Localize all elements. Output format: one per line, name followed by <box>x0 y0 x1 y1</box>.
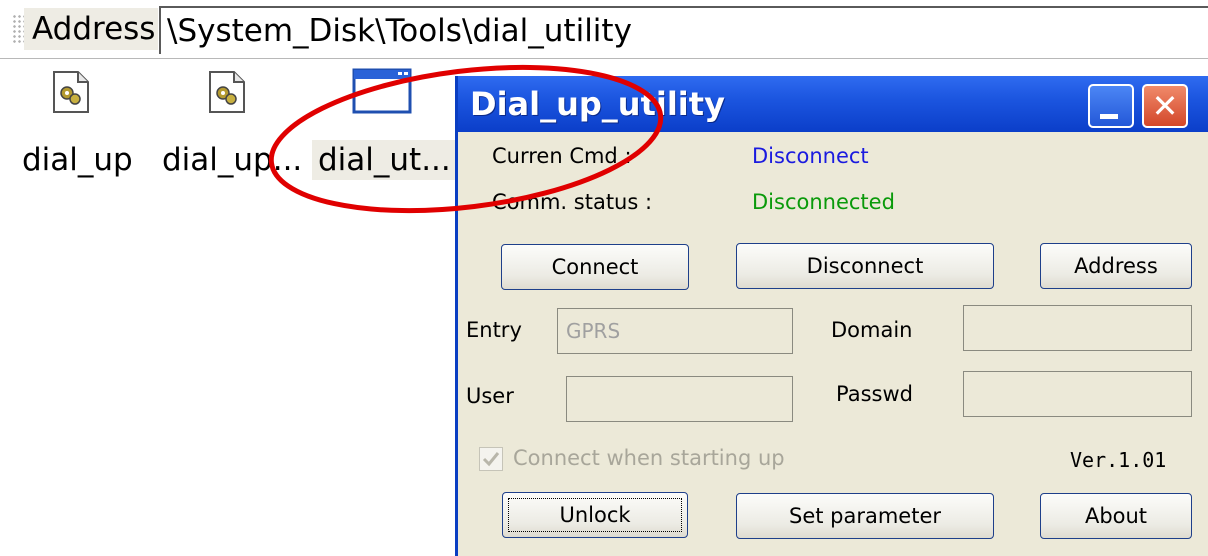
address-bar: Address \System_Disk\Tools\dial_utility <box>0 0 1208 59</box>
current-cmd-label: Curren Cmd : <box>492 144 632 168</box>
comm-status-label: Comm. status : <box>492 190 653 214</box>
entry-label: Entry <box>466 318 522 342</box>
dial-up-utility-dialog: Dial_up_utility ✕ Curren Cmd : Disconnec… <box>455 76 1208 556</box>
config-file-icon <box>209 71 245 113</box>
file-label: dial_ut... <box>312 140 457 180</box>
config-file-icon <box>53 71 89 113</box>
connect-button[interactable]: Connect <box>501 244 689 290</box>
application-window-icon <box>352 68 412 114</box>
close-button[interactable]: ✕ <box>1142 84 1188 128</box>
close-icon: ✕ <box>1151 87 1179 125</box>
address-button[interactable]: Address <box>1040 243 1192 289</box>
user-field[interactable] <box>566 376 793 422</box>
comm-status-value: Disconnected <box>752 190 895 214</box>
version-label: Ver.1.01 <box>1070 448 1167 472</box>
toolbar-grip-icon[interactable] <box>12 14 24 44</box>
current-cmd-value: Disconnect <box>752 144 869 168</box>
title-bar[interactable]: Dial_up_utility ✕ <box>458 76 1208 132</box>
minimize-button[interactable] <box>1088 84 1134 128</box>
domain-label: Domain <box>831 318 913 342</box>
connect-on-startup-label: Connect when starting up <box>513 446 785 470</box>
file-label: dial_up... <box>162 142 303 178</box>
address-input[interactable]: \System_Disk\Tools\dial_utility <box>159 6 1208 54</box>
unlock-button[interactable]: Unlock <box>502 492 688 538</box>
passwd-field[interactable] <box>963 371 1192 417</box>
entry-field[interactable]: GPRS <box>557 308 793 354</box>
passwd-label: Passwd <box>836 382 913 406</box>
minimize-icon <box>1100 114 1118 119</box>
about-button[interactable]: About <box>1040 493 1192 539</box>
focus-rectangle <box>508 498 682 532</box>
connect-on-startup-checkbox[interactable] <box>479 447 503 471</box>
domain-field[interactable] <box>963 305 1192 351</box>
set-parameter-button[interactable]: Set parameter <box>736 493 994 539</box>
window-title: Dial_up_utility <box>470 85 725 123</box>
checkmark-icon <box>482 452 500 467</box>
file-label: dial_up <box>22 142 133 178</box>
user-label: User <box>466 384 514 408</box>
disconnect-button[interactable]: Disconnect <box>736 243 994 289</box>
address-label: Address <box>24 8 158 50</box>
